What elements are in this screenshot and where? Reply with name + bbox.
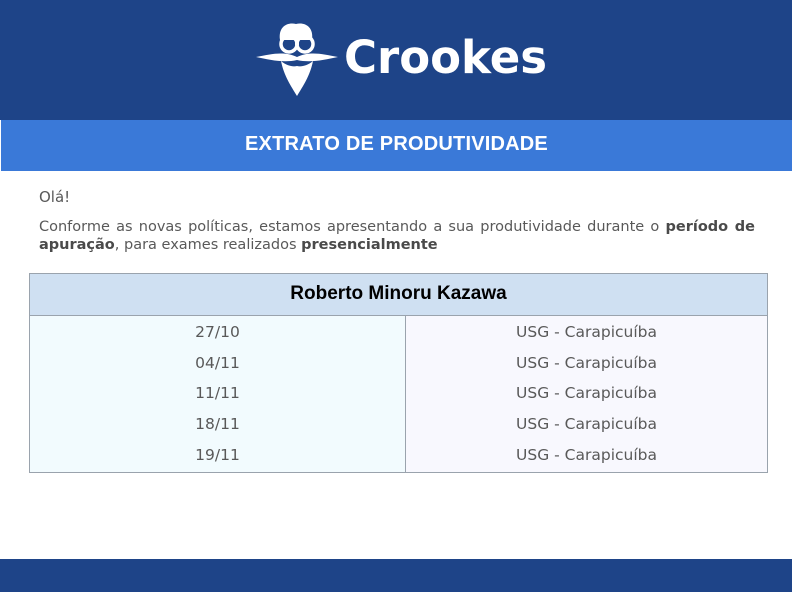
- doctor-name-header: Roberto Minoru Kazawa: [30, 274, 767, 316]
- place-cell: USG - Carapicuíba: [516, 353, 657, 372]
- date-cell: 18/11: [195, 415, 240, 434]
- place-cell: USG - Carapicuíba: [516, 323, 657, 341]
- page-header: Crookes: [0, 0, 792, 120]
- intro-bold-presential: presencialmente: [301, 237, 438, 253]
- productivity-table: Roberto Minoru Kazawa 27/10 04/11 11/11 …: [29, 273, 768, 473]
- intro-text-part2: , para exames realizados: [114, 237, 302, 253]
- dates-column: 27/10 04/11 11/11 18/11 19/11: [30, 316, 406, 472]
- places-column: USG - Carapicuíba USG - Carapicuíba USG …: [406, 316, 767, 472]
- date-cell: 04/11: [195, 353, 240, 372]
- brand-name: Crookes: [344, 31, 548, 84]
- page-footer: [0, 559, 792, 592]
- place-cell: USG - Carapicuíba: [516, 415, 657, 434]
- table-body: 27/10 04/11 11/11 18/11 19/11 USG - Cara…: [30, 316, 767, 472]
- place-cell: USG - Carapicuíba: [516, 445, 657, 464]
- intro-paragraph: Conforme as novas políticas, estamos apr…: [39, 218, 755, 254]
- date-cell: 11/11: [195, 384, 240, 403]
- bearded-scientist-mascot-icon: [256, 23, 338, 96]
- date-cell: 27/10: [195, 323, 240, 341]
- place-cell: USG - Carapicuíba: [516, 384, 657, 403]
- intro-text-part1: Conforme as novas políticas, estamos apr…: [39, 219, 666, 235]
- page-title: EXTRATO DE PRODUTIVIDADE: [245, 133, 548, 155]
- date-cell: 19/11: [195, 445, 240, 464]
- brand-logo: Crookes: [254, 20, 554, 98]
- title-band: EXTRATO DE PRODUTIVIDADE: [1, 120, 792, 171]
- greeting-text: Olá!: [39, 188, 71, 206]
